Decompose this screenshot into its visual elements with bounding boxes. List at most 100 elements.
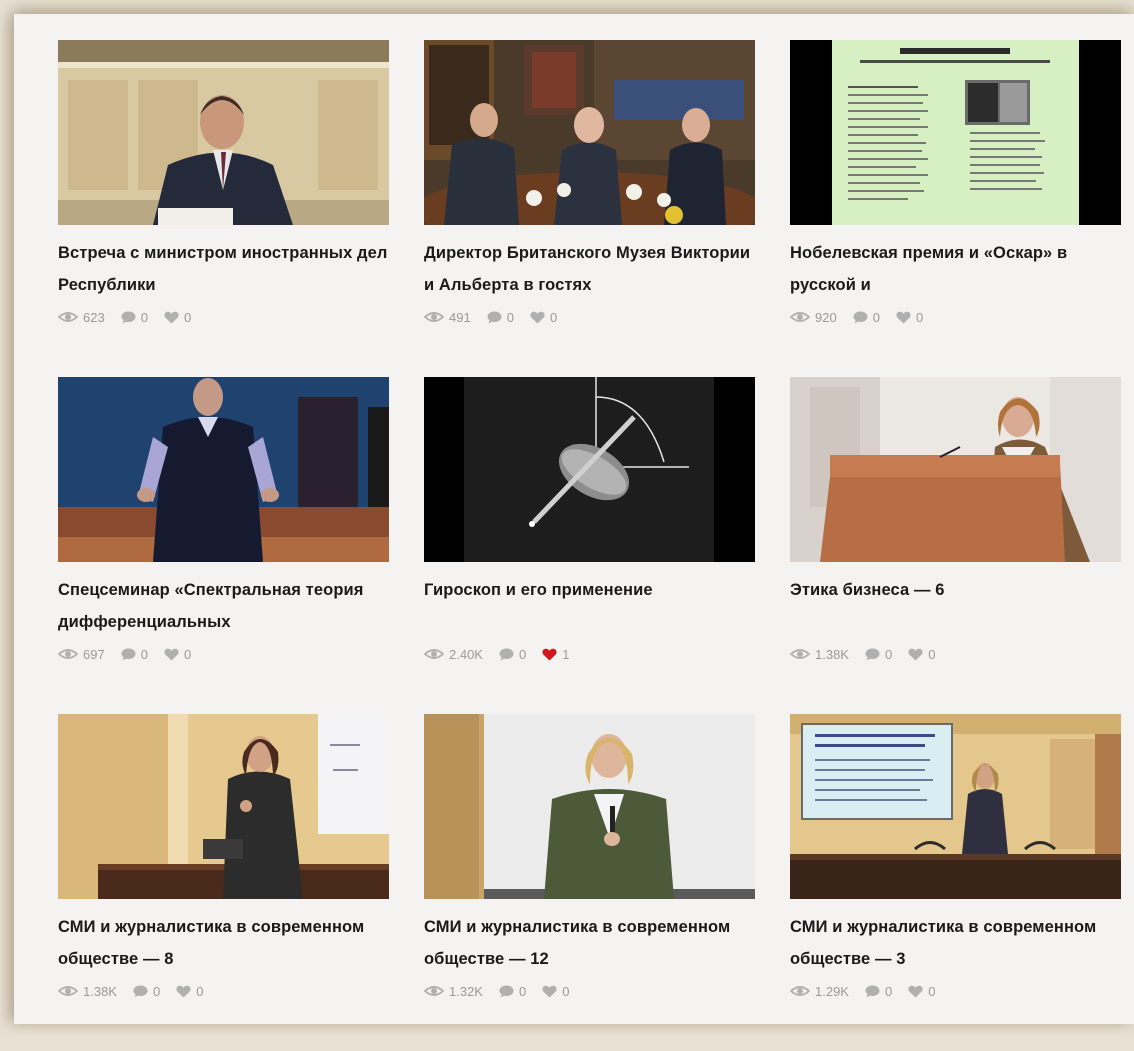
video-thumbnail[interactable] bbox=[424, 714, 755, 899]
thumbnail-media-lecture-8 bbox=[58, 714, 389, 899]
views-count: 1.32K bbox=[449, 983, 483, 999]
likes-count: 0 bbox=[928, 983, 936, 999]
eye-icon bbox=[790, 649, 810, 659]
comments-count: 0 bbox=[518, 983, 527, 999]
video-title[interactable]: СМИ и журналистика в современном обществ… bbox=[424, 911, 755, 975]
views-stat: 1.32K bbox=[424, 984, 483, 999]
views-count: 491 bbox=[449, 309, 471, 325]
video-title[interactable]: Нобелевская премия и «Оскар» в русской и bbox=[790, 237, 1121, 301]
eye-icon bbox=[424, 649, 444, 659]
video-card[interactable]: Гироскоп и его применение 2.40K 0 1 bbox=[424, 377, 755, 714]
comments-stat[interactable]: 0 bbox=[865, 647, 892, 662]
video-thumbnail[interactable] bbox=[790, 714, 1121, 899]
likes-stat[interactable]: 0 bbox=[530, 310, 557, 325]
eye-icon bbox=[790, 986, 810, 996]
likes-count: 0 bbox=[562, 983, 570, 999]
likes-stat[interactable]: 0 bbox=[164, 647, 191, 662]
video-title[interactable]: Директор Британского Музея Виктории и Ал… bbox=[424, 237, 755, 301]
thumbnail-meeting-minister bbox=[58, 40, 389, 225]
heart-icon bbox=[176, 985, 191, 997]
video-thumbnail[interactable] bbox=[424, 40, 755, 225]
views-stat: 920 bbox=[790, 310, 837, 325]
comments-count: 0 bbox=[506, 309, 514, 325]
thumbnail-slide-nobel bbox=[790, 40, 1121, 225]
heart-icon bbox=[164, 311, 179, 323]
comments-count: 0 bbox=[872, 309, 880, 325]
likes-stat[interactable]: 0 bbox=[164, 310, 191, 325]
video-stats: 2.40K 0 1 bbox=[424, 645, 755, 663]
comment-bubble-icon bbox=[121, 311, 136, 323]
heart-icon bbox=[164, 648, 179, 660]
video-title[interactable]: СМИ и журналистика в современном обществ… bbox=[58, 911, 389, 975]
video-card[interactable]: СМИ и журналистика в современном обществ… bbox=[790, 714, 1121, 1051]
views-count: 2.40K bbox=[449, 646, 483, 662]
views-count: 623 bbox=[83, 309, 105, 325]
likes-count: 0 bbox=[549, 309, 558, 325]
comments-stat[interactable]: 0 bbox=[121, 310, 148, 325]
likes-stat[interactable]: 0 bbox=[542, 984, 569, 999]
heart-icon bbox=[542, 648, 557, 660]
video-title[interactable]: СМИ и журналистика в современном обществ… bbox=[790, 911, 1121, 975]
video-title[interactable]: Гироскоп и его применение bbox=[424, 574, 755, 638]
video-title[interactable]: Встреча с министром иностранных дел Респ… bbox=[58, 237, 389, 301]
video-stats: 491 0 0 bbox=[424, 308, 755, 326]
video-card[interactable]: Директор Британского Музея Виктории и Ал… bbox=[424, 40, 755, 377]
video-stats: 1.38K 0 0 bbox=[790, 645, 1121, 663]
video-thumbnail[interactable] bbox=[58, 714, 389, 899]
video-title[interactable]: Спецсеминар «Спектральная теория диффере… bbox=[58, 574, 389, 638]
comments-stat[interactable]: 0 bbox=[865, 984, 892, 999]
thumbnail-media-lecture-12 bbox=[424, 714, 755, 899]
comments-stat[interactable]: 0 bbox=[133, 984, 160, 999]
heart-icon bbox=[542, 985, 557, 997]
thumbnail-museum-director bbox=[424, 40, 755, 225]
comment-bubble-icon bbox=[121, 648, 136, 660]
views-count: 697 bbox=[83, 646, 105, 662]
likes-count: 0 bbox=[183, 646, 192, 662]
video-thumbnail[interactable] bbox=[58, 377, 389, 562]
video-card[interactable]: Спецсеминар «Спектральная теория диффере… bbox=[58, 377, 389, 714]
thumbnail-gyroscope-diagram bbox=[424, 377, 755, 562]
comment-bubble-icon bbox=[487, 311, 502, 323]
comments-count: 0 bbox=[884, 646, 893, 662]
video-thumbnail[interactable] bbox=[790, 377, 1121, 562]
comments-count: 0 bbox=[884, 983, 893, 999]
video-stats: 1.32K 0 0 bbox=[424, 982, 755, 1000]
eye-icon bbox=[58, 649, 78, 659]
comment-bubble-icon bbox=[499, 648, 514, 660]
likes-stat[interactable]: 0 bbox=[908, 984, 935, 999]
comments-stat[interactable]: 0 bbox=[499, 647, 526, 662]
comment-bubble-icon bbox=[499, 985, 514, 997]
views-stat: 623 bbox=[58, 310, 105, 325]
likes-stat[interactable]: 0 bbox=[896, 310, 923, 325]
likes-stat[interactable]: 0 bbox=[908, 647, 935, 662]
video-thumbnail[interactable] bbox=[424, 377, 755, 562]
views-stat: 1.29K bbox=[790, 984, 849, 999]
video-thumbnail[interactable] bbox=[790, 40, 1121, 225]
likes-stat[interactable]: 0 bbox=[176, 984, 203, 999]
video-card[interactable]: СМИ и журналистика в современном обществ… bbox=[58, 714, 389, 1051]
views-count: 1.38K bbox=[815, 646, 849, 662]
thumbnail-business-ethics bbox=[790, 377, 1121, 562]
heart-icon bbox=[908, 648, 923, 660]
comments-count: 0 bbox=[152, 983, 161, 999]
views-stat: 697 bbox=[58, 647, 105, 662]
video-card[interactable]: Этика бизнеса — 6 1.38K 0 0 bbox=[790, 377, 1121, 714]
video-thumbnail[interactable] bbox=[58, 40, 389, 225]
video-card[interactable]: Встреча с министром иностранных дел Респ… bbox=[58, 40, 389, 377]
comments-stat[interactable]: 0 bbox=[121, 647, 148, 662]
comments-stat[interactable]: 0 bbox=[499, 984, 526, 999]
views-stat: 491 bbox=[424, 310, 471, 325]
comments-stat[interactable]: 0 bbox=[487, 310, 514, 325]
video-stats: 623 0 0 bbox=[58, 308, 389, 326]
thumbnail-media-lecture-3 bbox=[790, 714, 1121, 899]
video-card[interactable]: Нобелевская премия и «Оскар» в русской и… bbox=[790, 40, 1121, 377]
video-card[interactable]: СМИ и журналистика в современном обществ… bbox=[424, 714, 755, 1051]
video-title[interactable]: Этика бизнеса — 6 bbox=[790, 574, 1121, 638]
likes-stat[interactable]: 1 bbox=[542, 647, 569, 662]
heart-icon bbox=[896, 311, 911, 323]
likes-count: 0 bbox=[196, 983, 204, 999]
views-count: 1.29K bbox=[815, 983, 849, 999]
likes-count: 0 bbox=[915, 309, 924, 325]
page-frame: Встреча с министром иностранных дел Респ… bbox=[14, 14, 1134, 1024]
comments-stat[interactable]: 0 bbox=[853, 310, 880, 325]
